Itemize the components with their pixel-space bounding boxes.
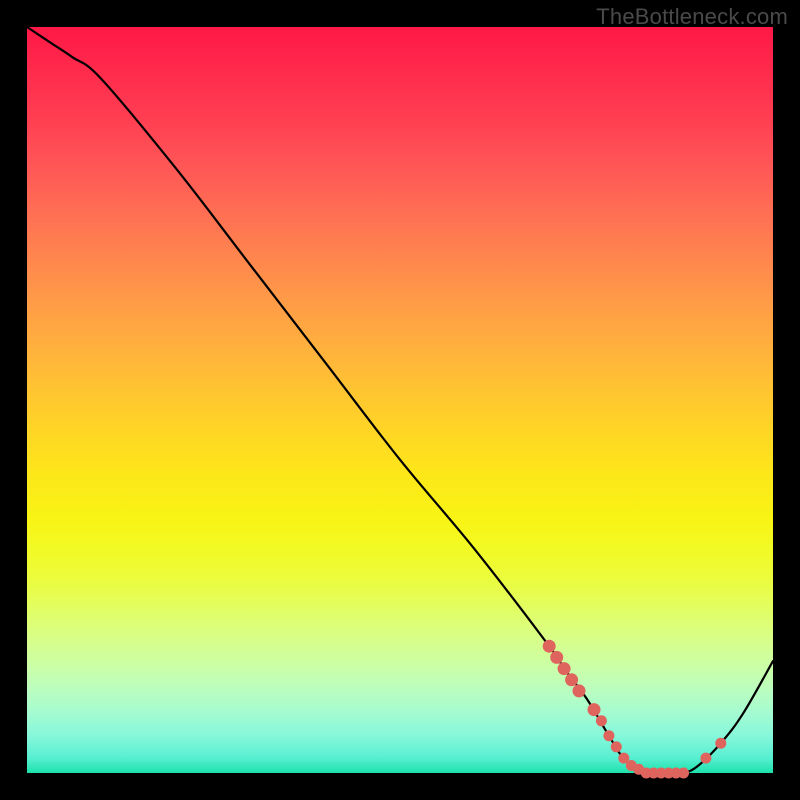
highlight-marker (611, 741, 622, 752)
highlight-markers (543, 640, 727, 779)
highlight-marker (573, 684, 586, 697)
highlight-marker (596, 715, 607, 726)
highlight-marker (565, 673, 578, 686)
highlight-marker (603, 730, 614, 741)
curve-svg (27, 27, 773, 773)
watermark-text: TheBottleneck.com (596, 4, 788, 30)
highlight-marker (558, 662, 571, 675)
bottleneck-curve (27, 27, 773, 774)
highlight-marker (715, 738, 726, 749)
highlight-marker (550, 651, 563, 664)
highlight-marker (678, 768, 689, 779)
chart-frame: TheBottleneck.com (0, 0, 800, 800)
highlight-marker (543, 640, 556, 653)
highlight-marker (700, 753, 711, 764)
highlight-marker (588, 703, 601, 716)
plot-area (27, 27, 773, 773)
